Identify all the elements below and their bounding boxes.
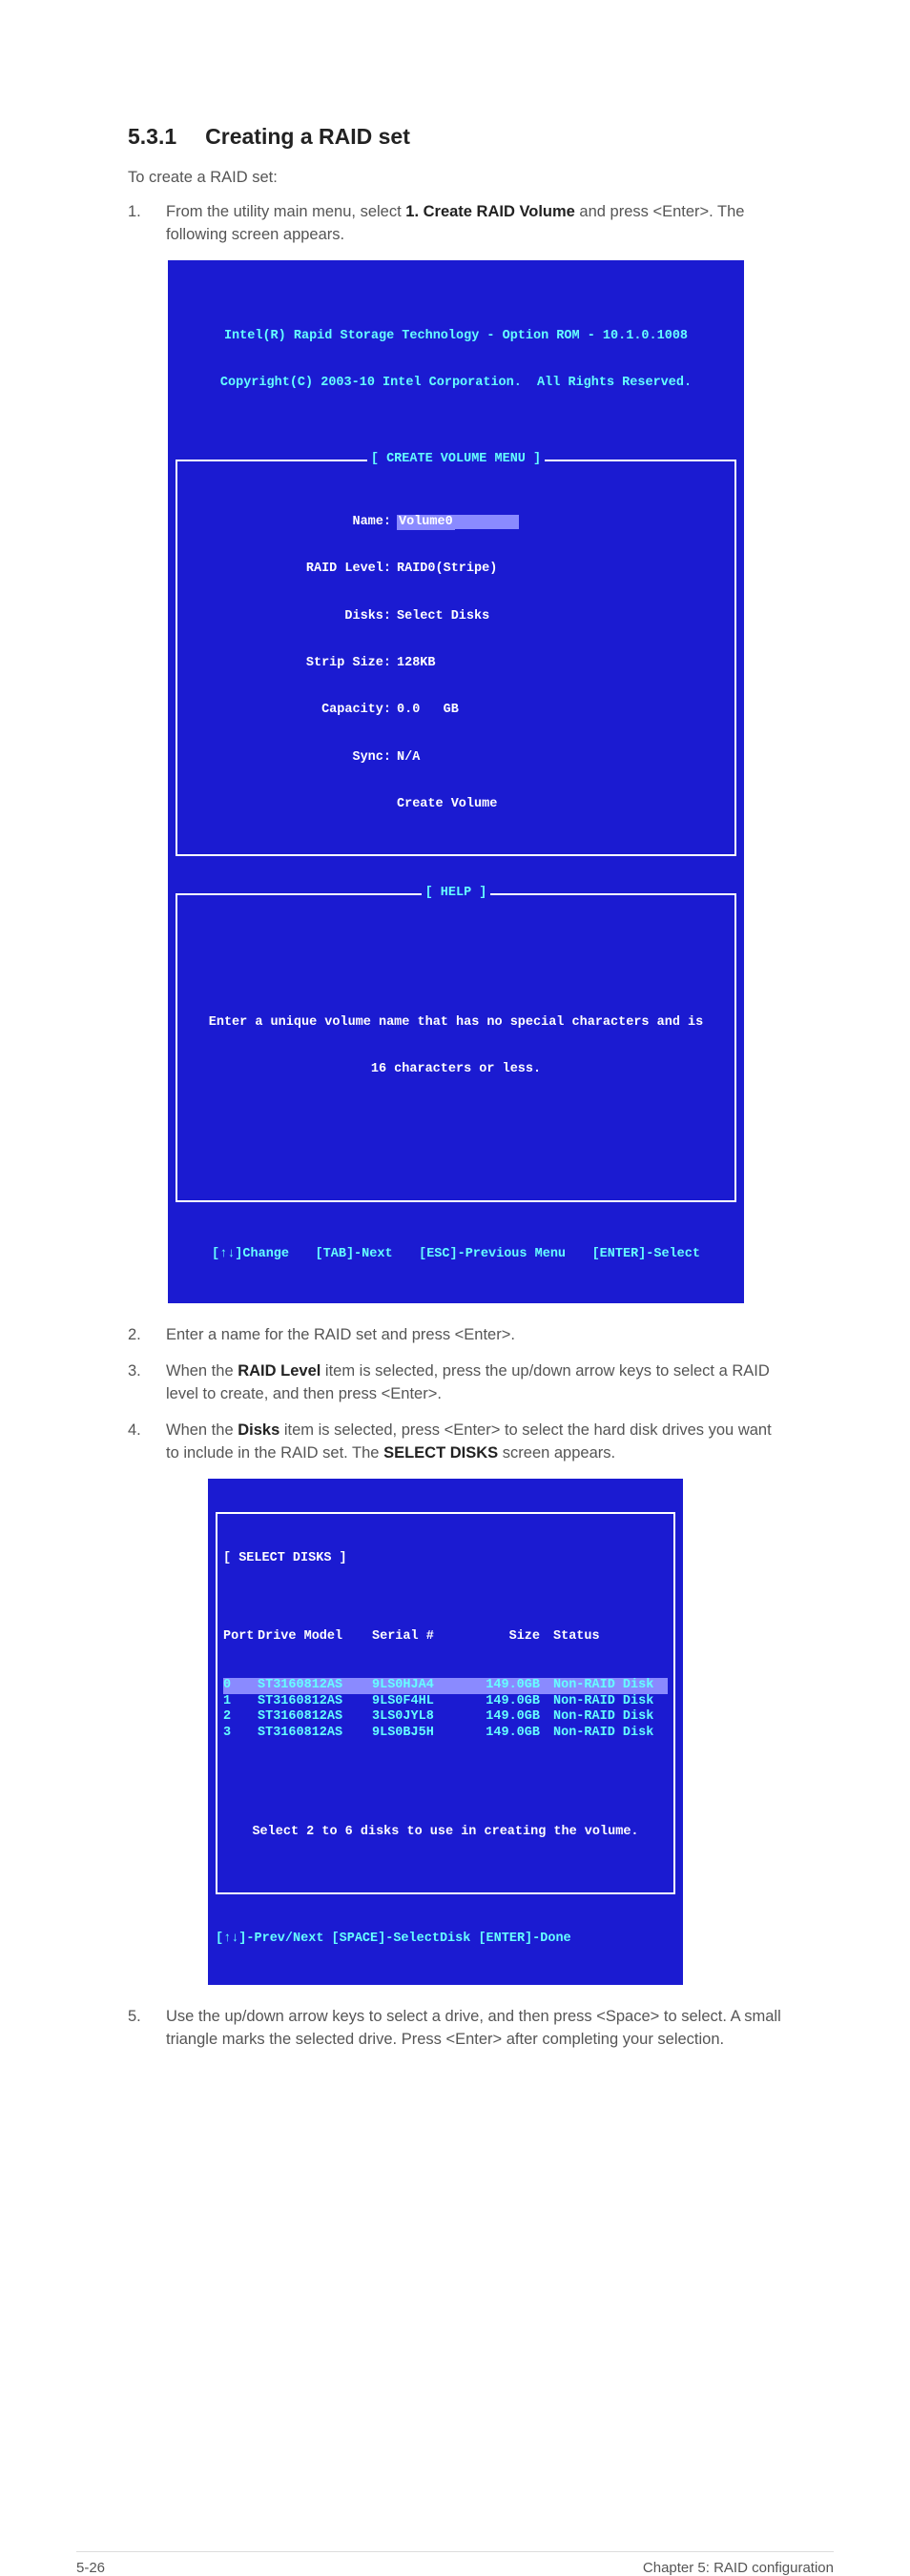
cell-size: 149.0GB [471,1726,553,1741]
key-hint: [TAB]-Next [316,1247,393,1262]
key-hint: [↑↓]Change [212,1247,289,1262]
step-bold: 1. Create RAID Volume [405,203,575,220]
col-status: Status [553,1629,668,1645]
help-line: 16 characters or less. [196,1062,715,1077]
cell-status: Non-RAID Disk [553,1694,668,1709]
bios-help-box: [ HELP ] Enter a unique volume name that… [176,893,736,1202]
cell-size: 149.0GB [471,1694,553,1709]
cell-serial: 9LS0F4HL [372,1694,471,1709]
cell-port: 3 [223,1726,258,1741]
disk-row[interactable]: 1ST3160812AS9LS0F4HL149.0GBNon-RAID Disk [223,1694,668,1709]
cell-serial: 9LS0BJ5H [372,1726,471,1741]
create-volume-action[interactable]: Create Volume [397,797,497,812]
cell-status: Non-RAID Disk [553,1678,668,1693]
cell-model: ST3160812AS [258,1678,372,1693]
bios-box-title: [ HELP ] [422,886,491,900]
field-label: Strip Size: [187,656,397,671]
cell-port: 1 [223,1694,258,1709]
section-number: 5.3.1 [128,124,176,150]
field-value[interactable]: RAID0(Stripe) [397,562,497,577]
step-text-part: screen appears. [498,1444,615,1462]
step-text: Enter a name for the RAID set and press … [166,1324,782,1347]
cell-model: ST3160812AS [258,1726,372,1741]
step-number: 4. [128,1420,166,1465]
select-disks-note: Select 2 to 6 disks to use in creating t… [223,1804,668,1855]
cell-model: ST3160812AS [258,1709,372,1725]
step-text: When the RAID Level item is selected, pr… [166,1360,782,1406]
cell-model: ST3160812AS [258,1694,372,1709]
step-text: Use the up/down arrow keys to select a d… [166,2006,782,2052]
disk-row[interactable]: 0ST3160812AS9LS0HJA4149.0GBNon-RAID Disk [223,1678,668,1693]
help-line: Enter a unique volume name that has no s… [196,1015,715,1031]
bios-screen-create-volume: Intel(R) Rapid Storage Technology - Opti… [168,260,744,1303]
name-input-value[interactable]: Volume0 [397,515,455,530]
bios-box-title: [ CREATE VOLUME MENU ] [367,452,545,466]
step-bold: Disks [238,1421,279,1439]
disk-row[interactable]: 3ST3160812AS9LS0BJ5H149.0GBNon-RAID Disk [223,1726,668,1741]
step-number: 3. [128,1360,166,1406]
step-text: When the Disks item is selected, press <… [166,1420,782,1465]
bios-create-volume-box: [ CREATE VOLUME MENU ] Name:Volume0 RAID… [176,460,736,855]
field-label: RAID Level: [187,562,397,577]
step-text-part: From the utility main menu, select [166,203,405,220]
col-serial: Serial # [372,1629,471,1645]
field-label: Sync: [187,750,397,766]
bios-header-line: Copyright(C) 2003-10 Intel Corporation. … [174,376,738,391]
intro-text: To create a RAID set: [128,167,782,190]
cell-serial: 3LS0JYL8 [372,1709,471,1725]
cell-status: Non-RAID Disk [553,1709,668,1725]
cell-port: 2 [223,1709,258,1725]
field-label: Disks: [187,609,397,624]
section-heading: 5.3.1 Creating a RAID set [128,124,782,150]
section-title: Creating a RAID set [205,124,410,149]
page-footer: 5-26 Chapter 5: RAID configuration [76,2551,834,2576]
chapter-title: Chapter 5: RAID configuration [643,2560,834,2576]
field-value[interactable]: 128KB [397,656,436,671]
col-port: Port [223,1629,258,1645]
field-label: Capacity: [187,703,397,718]
bios-screen-select-disks: [ SELECT DISKS ] Port Drive Model Serial… [208,1479,683,1985]
step-text: From the utility main menu, select 1. Cr… [166,201,782,247]
step-number: 2. [128,1324,166,1347]
text-cursor [455,515,519,529]
step-bold: SELECT DISKS [383,1444,498,1462]
field-value: N/A [397,750,420,766]
cell-port: 0 [223,1678,258,1693]
step-number: 1. [128,201,166,247]
cell-size: 149.0GB [471,1678,553,1693]
bios-box-title: [ SELECT DISKS ] [223,1551,347,1565]
col-model: Drive Model [258,1629,372,1645]
disks-table-header: Port Drive Model Serial # Size Status [223,1629,668,1645]
field-value[interactable]: Select Disks [397,609,489,624]
bios-footer-hints: [↑↓]Change [TAB]-Next [ESC]-Previous Men… [168,1239,744,1272]
step-text-part: When the [166,1421,238,1439]
field-label: Name: [187,515,397,530]
cell-size: 149.0GB [471,1709,553,1725]
field-value[interactable]: 0.0 GB [397,703,459,718]
key-hint: [ESC]-Previous Menu [419,1247,566,1262]
col-size: Size [471,1629,553,1645]
key-hint: [ENTER]-Select [592,1247,700,1262]
disk-row[interactable]: 2ST3160812AS3LS0JYL8149.0GBNon-RAID Disk [223,1709,668,1725]
bios-header: Intel(R) Rapid Storage Technology - Opti… [168,296,744,429]
cell-status: Non-RAID Disk [553,1726,668,1741]
cell-serial: 9LS0HJA4 [372,1678,471,1693]
bios-header-line: Intel(R) Rapid Storage Technology - Opti… [174,329,738,344]
step-number: 5. [128,2006,166,2052]
select-disks-footer-hints: [↑↓]-Prev/Next [SPACE]-SelectDisk [ENTER… [208,1930,683,1951]
page-number: 5-26 [76,2560,105,2576]
